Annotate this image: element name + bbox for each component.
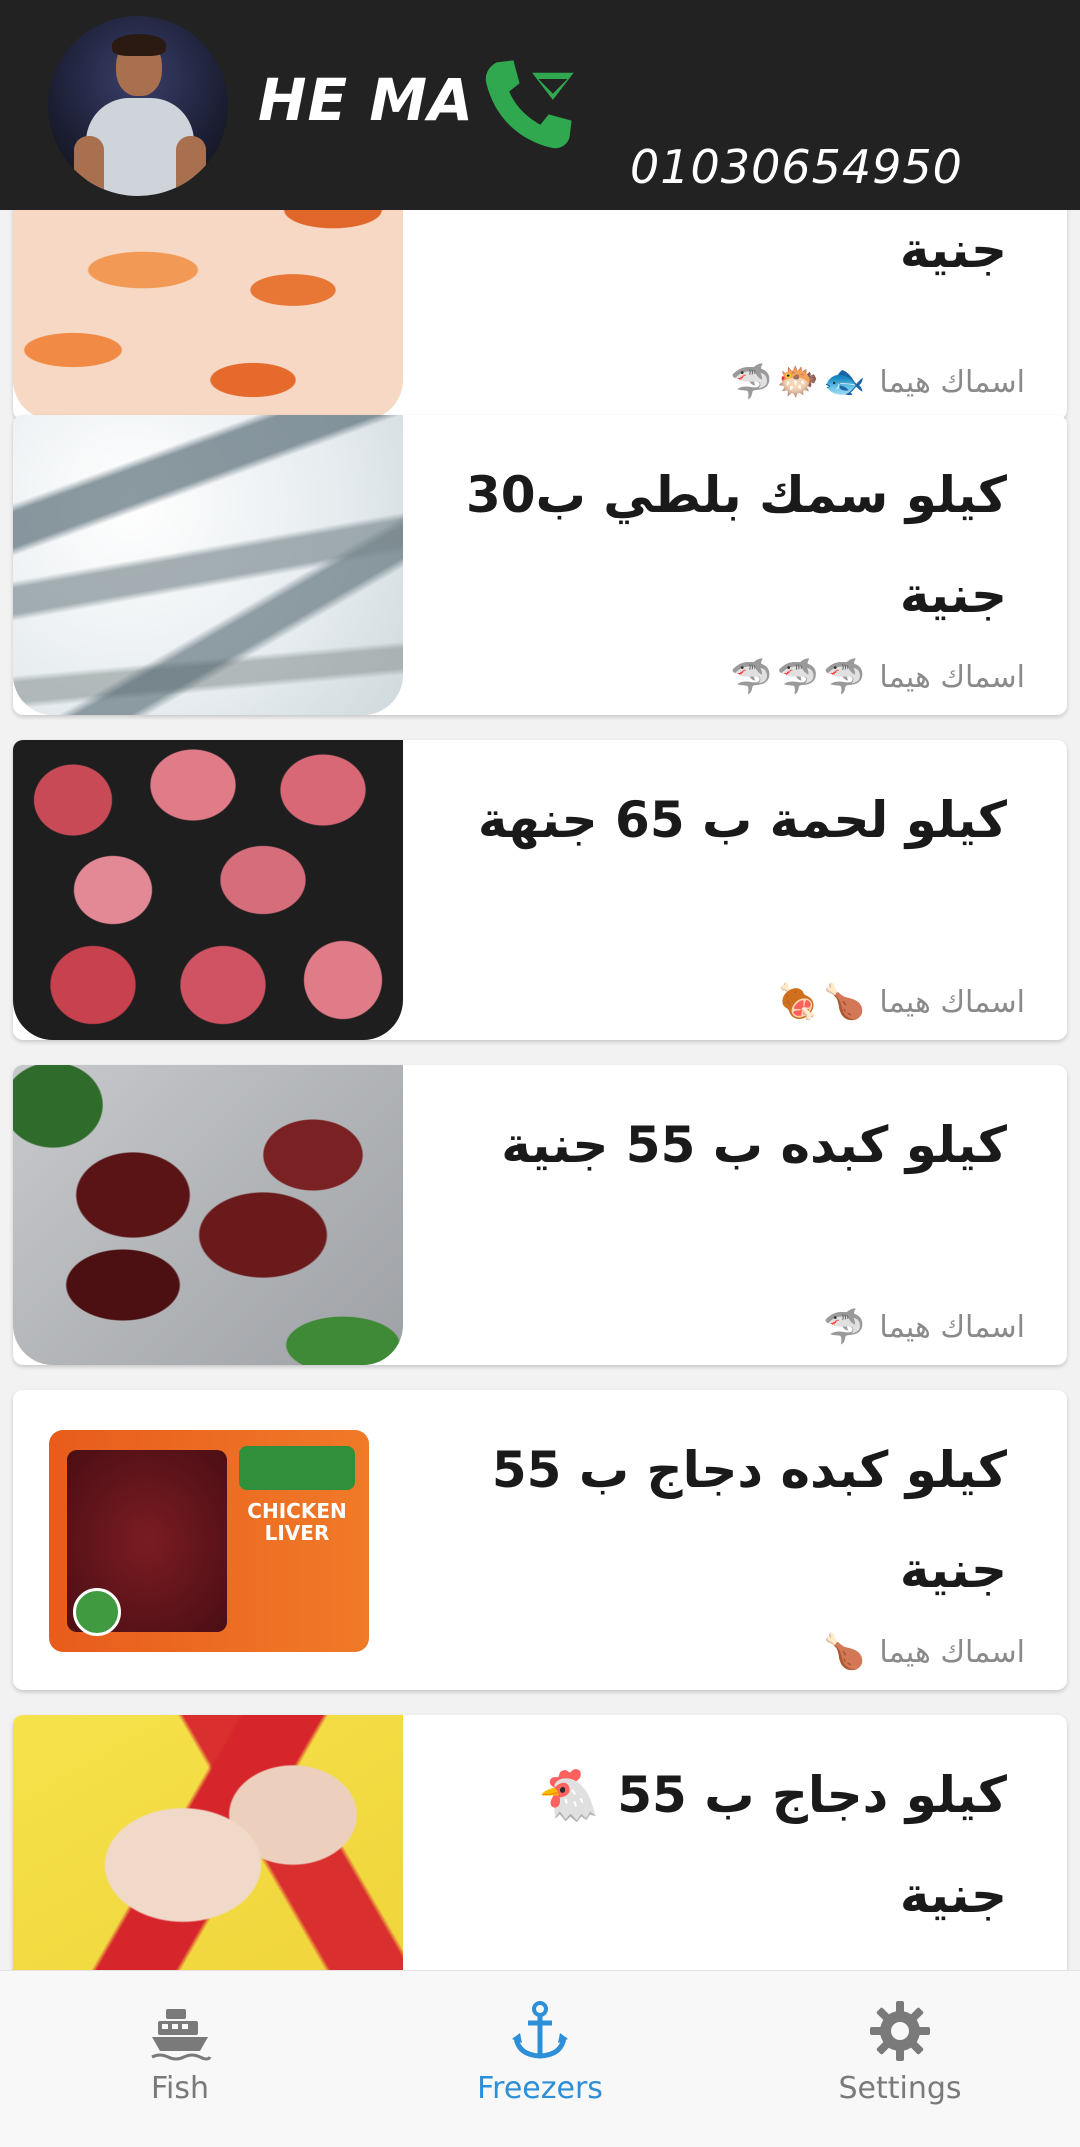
product-image [13,415,403,715]
tag-emoji-icons: 🦈 [823,1307,870,1347]
ship-icon [151,2009,212,2061]
phone-number[interactable]: 01030654950 [630,140,963,194]
product-card[interactable]: جنية اسماك هيما 🐟🐡🦈 [13,210,1067,420]
product-tag: اسماك هيما 🐟🐡🦈 [730,362,1025,402]
product-card[interactable]: CHICKEN LIVER كيلو كبده دجاج ب 55 جنية ا… [13,1390,1067,1690]
product-name: كيلو لحمة ب 65 جنهة [477,791,1007,849]
tag-emoji-icons: 🐟🐡🦈 [730,362,870,402]
phone-icon[interactable] [478,52,582,156]
product-tag: اسماك هيما 🍗🍖 [777,982,1025,1022]
product-name: كيلو سمك بلطي ب30 جنية [465,466,1007,624]
product-card[interactable]: كيلو كبده ب 55 جنية اسماك هيما 🦈 [13,1065,1067,1365]
product-list: جنية اسماك هيما 🐟🐡🦈 كيلو سمك بلطي ب30 جن… [0,210,1080,1970]
bottom-navigation: Fish Freezers Settings [0,1970,1080,2147]
avatar[interactable] [48,16,228,196]
app-title: HE MA [258,66,474,134]
product-name: كيلو كبده دجاج ب 55 جنية [491,1441,1007,1599]
app-header: HE MA 01030654950 [0,0,1080,210]
product-image [13,740,403,1040]
nav-tab-fish[interactable]: Fish [60,1999,300,2106]
nav-tab-freezers[interactable]: Freezers [420,1999,660,2106]
tag-emoji-icons: 🍗🍖 [776,982,870,1022]
product-name: كيلو دجاج ب 55 🐔 جنية [537,1766,1007,1924]
product-card[interactable]: كيلو لحمة ب 65 جنهة اسماك هيما 🍗🍖 [13,740,1067,1040]
product-name: جنية [899,221,1007,279]
product-tag: اسماك هيما 🦈🦈🦈 [730,657,1025,697]
nav-label: Fish [150,2071,210,2106]
nav-tab-settings[interactable]: Settings [780,1999,1020,2106]
tag-emoji-icons: 🦈🦈🦈 [730,657,870,697]
tag-label: اسماك هيما [879,364,1025,400]
gear-icon [870,2001,930,2061]
product-tag: اسماك هيما 🦈 [823,1307,1025,1347]
nav-label: Settings [838,2071,962,2106]
product-card[interactable]: كيلو دجاج ب 55 🐔 جنية [13,1715,1067,1970]
product-image: CHICKEN LIVER [13,1390,403,1690]
product-name: كيلو كبده ب 55 جنية [501,1116,1007,1174]
product-image [13,1065,403,1365]
tag-label: اسماك هيما [879,984,1025,1020]
product-image [13,210,403,420]
product-tag: اسماك هيما 🍗 [823,1632,1025,1672]
package-label: CHICKEN LIVER [247,1499,347,1545]
anchor-icon [512,2001,568,2059]
nav-label: Freezers [477,2071,603,2106]
tag-label: اسماك هيما [879,1309,1025,1345]
product-image [13,1715,403,1970]
tag-emoji-icons: 🍗 [823,1632,870,1672]
tag-label: اسماك هيما [879,659,1025,695]
tag-label: اسماك هيما [879,1634,1025,1670]
product-card[interactable]: كيلو سمك بلطي ب30 جنية اسماك هيما 🦈🦈🦈 [13,415,1067,715]
